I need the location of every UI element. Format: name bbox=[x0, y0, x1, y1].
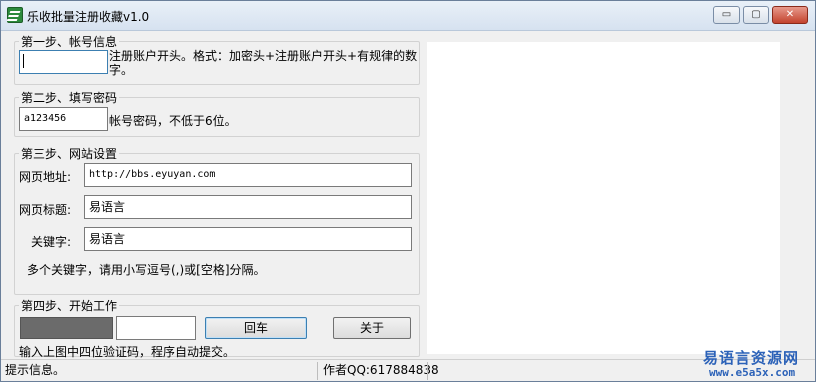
account-hint-line2: 字。 bbox=[109, 63, 134, 77]
window-title: 乐收批量注册收藏v1.0 bbox=[27, 10, 150, 24]
url-label: 网页地址: bbox=[19, 170, 72, 184]
page-title-label: 网页标题: bbox=[19, 203, 72, 217]
account-prefix-input[interactable] bbox=[19, 50, 108, 74]
watermark-text: 易语言资源网 bbox=[703, 349, 800, 367]
group-account-info-legend: 第一步、帐号信息 bbox=[19, 33, 120, 50]
status-divider bbox=[317, 362, 318, 380]
watermark: 易语言资源网 www.e5a5x.com bbox=[681, 347, 813, 381]
status-author: 作者QQ:617884838 bbox=[323, 363, 439, 377]
app-window: 乐收批量注册收藏v1.0 ▭ ▢ ✕ 第一步、帐号信息 注册账户开头。格式：加密… bbox=[0, 0, 816, 382]
watermark-url: www.e5a5x.com bbox=[709, 366, 796, 379]
group-site-settings-legend: 第三步、网站设置 bbox=[19, 145, 120, 162]
title-bar[interactable]: 乐收批量注册收藏v1.0 ▭ ▢ ✕ bbox=[1, 1, 815, 31]
maximize-button[interactable]: ▢ bbox=[743, 6, 769, 24]
close-button[interactable]: ✕ bbox=[772, 6, 808, 24]
captcha-instruction: 输入上图中四位验证码，程序自动提交。 bbox=[19, 345, 236, 359]
url-input[interactable]: http://bbs.eyuyan.com bbox=[84, 163, 412, 187]
keyword-note: 多个关键字，请用小写逗号(,)或[空格]分隔。 bbox=[27, 263, 266, 277]
text-caret bbox=[23, 54, 24, 68]
minimize-button[interactable]: ▭ bbox=[713, 6, 740, 24]
group-start-work-legend: 第四步、开始工作 bbox=[19, 297, 120, 314]
captcha-image bbox=[20, 317, 113, 339]
keyword-label: 关键字: bbox=[31, 235, 72, 249]
status-info: 提示信息。 bbox=[5, 363, 66, 377]
account-hint-line1: 注册账户开头。格式：加密头+注册账户开头+有规律的数 bbox=[109, 49, 418, 63]
page-title-input[interactable]: 易语言 bbox=[84, 195, 412, 219]
about-button[interactable]: 关于 bbox=[333, 317, 411, 339]
log-panel[interactable] bbox=[427, 42, 780, 354]
password-hint: 帐号密码，不低于6位。 bbox=[109, 114, 237, 128]
enter-button[interactable]: 回车 bbox=[205, 317, 307, 339]
captcha-input[interactable] bbox=[116, 316, 196, 340]
status-divider bbox=[427, 362, 428, 380]
keyword-input[interactable]: 易语言 bbox=[84, 227, 412, 251]
group-password-legend: 第二步、填写密码 bbox=[19, 89, 120, 106]
app-logo-icon bbox=[7, 7, 23, 23]
password-input[interactable]: a123456 bbox=[19, 107, 108, 131]
